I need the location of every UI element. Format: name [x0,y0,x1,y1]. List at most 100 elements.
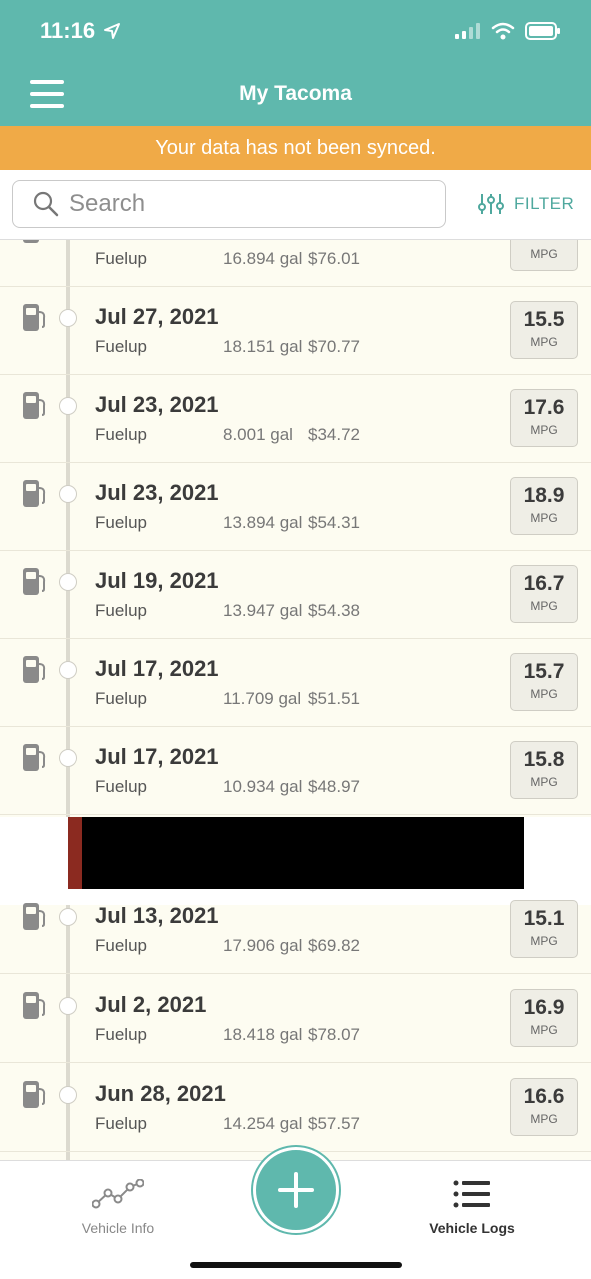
tab-vehicle-logs[interactable]: Vehicle Logs [424,1179,520,1236]
timeline-dot [59,573,77,591]
wifi-icon [491,22,515,40]
list-item[interactable]: Jul 17, 2021 Fuelup 11.709 gal $51.51 15… [0,639,591,727]
filter-button[interactable]: FILTER [478,192,574,216]
list-item[interactable]: Jun 28, 2021 Fuelup 14.254 gal $57.57 16… [0,1064,591,1152]
mpg-unit: MPG [530,687,558,701]
home-indicator [190,1262,402,1268]
log-gallons: 18.151 gal [223,337,303,356]
fuel-pump-icon [22,902,46,937]
add-log-button[interactable] [253,1147,339,1233]
timeline-dot [59,908,77,926]
log-date: Jul 23, 2021 [95,480,219,505]
log-cost: $34.72 [308,425,360,444]
fuel-pump-icon [22,391,46,426]
status-icons [455,22,561,40]
fuel-pump-icon [22,1080,46,1115]
mpg-unit: MPG [530,247,558,261]
log-gallons: 18.418 gal [223,1025,303,1044]
log-type: Fuelup [95,1114,147,1133]
mpg-value: 15.1 [523,907,565,930]
mpg-badge: 17.6 MPG [510,389,578,447]
mpg-value [511,240,577,244]
search-input[interactable] [69,190,429,218]
fuel-pump-icon [22,303,46,338]
page-title: My Tacoma [239,82,352,105]
timeline-dot [59,749,77,767]
log-gallons: 10.934 gal [223,777,303,796]
list-item[interactable]: Jul 13, 2021 Fuelup 17.906 gal $69.82 15… [0,886,591,974]
mpg-badge: 15.5 MPG [510,301,578,359]
tab-vehicle-info[interactable]: Vehicle Info [70,1178,166,1236]
sliders-icon [478,194,504,214]
mpg-unit: MPG [530,934,558,948]
log-cost: $69.82 [308,936,360,955]
log-type: Fuelup [95,689,147,708]
list-item[interactable]: Fuelup 16.894 gal $76.01 MPG [0,240,591,287]
list-item[interactable]: Jul 19, 2021 Fuelup 13.947 gal $54.38 16… [0,551,591,639]
log-date: Jul 23, 2021 [95,392,219,417]
mpg-value: 16.7 [523,572,565,595]
log-gallons: 14.254 gal [223,1114,303,1133]
log-type: Fuelup [95,513,147,532]
log-type: Fuelup [95,1025,147,1044]
list-item[interactable]: Jul 23, 2021 Fuelup 8.001 gal $34.72 17.… [0,375,591,463]
filter-label: FILTER [514,194,575,213]
line-chart-icon [91,1178,145,1209]
search-bar: FILTER [0,170,591,240]
timeline-dot [59,309,77,327]
log-cost: $76.01 [308,249,360,268]
list-item[interactable]: Jul 2, 2021 Fuelup 18.418 gal $78.07 16.… [0,975,591,1063]
log-cost: $51.51 [308,689,360,708]
log-cost: $78.07 [308,1025,360,1044]
log-gallons: 17.906 gal [223,936,303,955]
mpg-value: 16.9 [523,996,565,1019]
log-type: Fuelup [95,936,147,955]
log-cost: $70.77 [308,337,360,356]
mpg-badge: 16.6 MPG [510,1078,578,1136]
bottom-tab-bar: Vehicle Info Vehicle Logs [0,1147,591,1279]
log-cost: $54.31 [308,513,360,532]
list-item[interactable]: Jul 27, 2021 Fuelup 18.151 gal $70.77 15… [0,287,591,375]
list-icon [453,1180,490,1208]
timeline-dot [59,397,77,415]
log-cost: $48.97 [308,777,360,796]
fuel-pump-icon [22,743,46,778]
log-type: Fuelup [95,249,147,268]
mpg-value: 15.7 [523,660,565,683]
log-type: Fuelup [95,337,147,356]
log-type: Fuelup [95,601,147,620]
log-date: Jul 13, 2021 [95,903,219,928]
top-bar: 11:16 My Tacoma [0,0,591,126]
battery-icon [525,22,560,40]
log-date: Jul 17, 2021 [95,656,219,681]
log-date: Jun 28, 2021 [95,1081,226,1106]
log-gallons: 11.709 gal [223,689,302,708]
list-item[interactable]: Jul 23, 2021 Fuelup 13.894 gal $54.31 18… [0,463,591,551]
mpg-value: 17.6 [523,396,565,419]
log-date: Jul 27, 2021 [95,304,219,329]
mpg-value: 16.6 [523,1085,565,1108]
vehicle-log-list[interactable]: Fuelup 16.894 gal $76.01 MPG Jul 27, 202… [0,240,591,1160]
sync-warning-banner[interactable]: Your data has not been synced. [0,126,591,170]
fuel-pump-icon [22,567,46,602]
mpg-badge: 16.7 MPG [510,565,578,623]
search-icon [33,191,59,217]
mpg-unit: MPG [530,775,558,789]
mpg-badge: 15.8 MPG [510,741,578,799]
mpg-badge: MPG [510,240,578,271]
list-item[interactable]: Jul 17, 2021 Fuelup 10.934 gal $48.97 15… [0,727,591,815]
timeline-dot [59,997,77,1015]
mpg-value: 15.8 [523,748,565,771]
mpg-unit: MPG [530,335,558,349]
fuel-pump-icon [22,479,46,514]
search-field-container[interactable] [12,180,446,228]
status-bar-time: 11:16 [40,18,121,44]
timeline-dot [59,485,77,503]
mpg-unit: MPG [530,511,558,525]
log-gallons: 13.894 gal [223,513,303,532]
log-cost: $57.57 [308,1114,360,1133]
ad-content [82,817,524,889]
fuel-pump-icon [22,240,46,250]
mpg-badge: 18.9 MPG [510,477,578,535]
log-gallons: 13.947 gal [223,601,303,620]
